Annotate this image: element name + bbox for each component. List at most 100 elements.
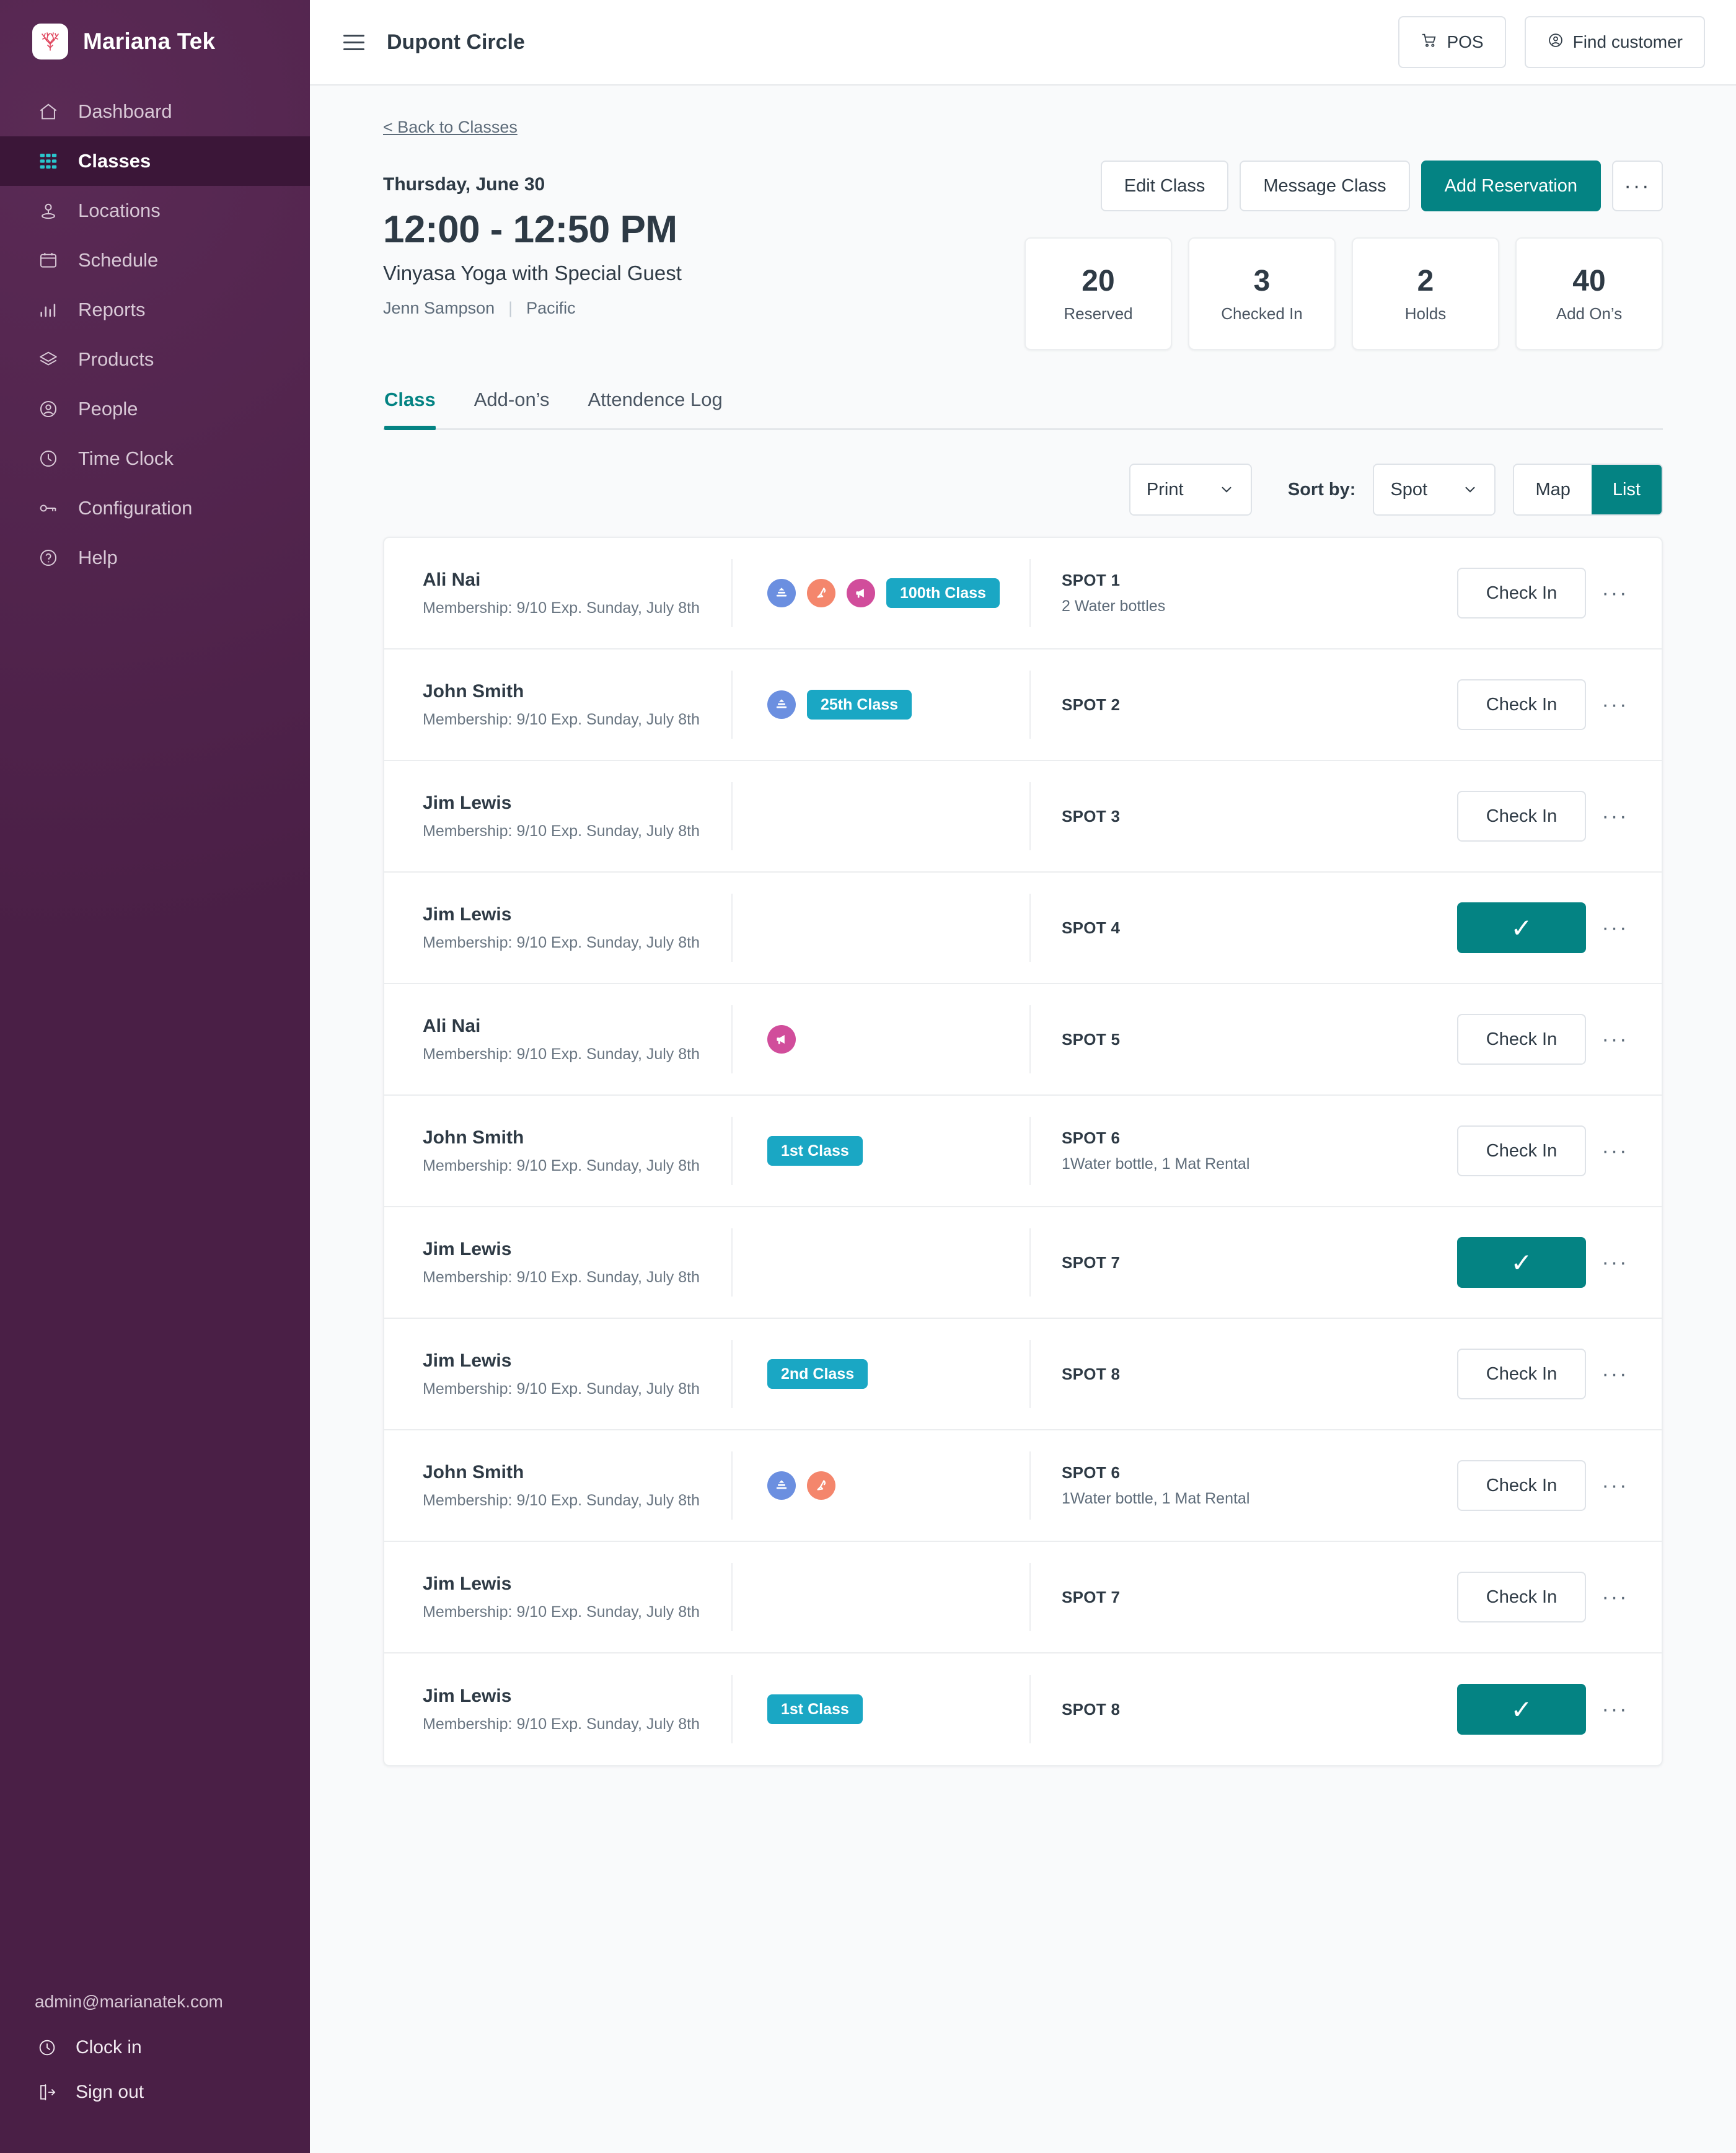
membership-info: Membership: 9/10 Exp. Sunday, July 8th — [423, 1715, 700, 1733]
table-row: John Smith Membership: 9/10 Exp. Sunday, … — [384, 649, 1662, 761]
row-more-icon[interactable]: ··· — [1601, 1251, 1629, 1275]
key-icon — [35, 495, 62, 522]
check-in-button[interactable]: Check In — [1457, 791, 1586, 842]
table-row: Ali Nai Membership: 9/10 Exp. Sunday, Jul… — [384, 984, 1662, 1096]
back-to-classes-link[interactable]: < Back to Classes — [383, 118, 518, 137]
check-in-button[interactable]: Check In — [1457, 1572, 1586, 1622]
topbar: Dupont Circle POS Find customer — [310, 0, 1736, 86]
roster-actions: ✓ ··· — [1401, 902, 1662, 953]
person-name[interactable]: John Smith — [423, 681, 731, 702]
person-name[interactable]: Ali Nai — [423, 1016, 731, 1037]
menu-toggle-icon[interactable] — [343, 30, 368, 55]
sort-by-dropdown[interactable]: Spot — [1373, 464, 1496, 516]
person-name[interactable]: Jim Lewis — [423, 1686, 731, 1707]
row-more-icon[interactable]: ··· — [1601, 916, 1629, 940]
person-name[interactable]: Jim Lewis — [423, 1350, 731, 1371]
stat-label: Add On’s — [1556, 304, 1623, 323]
roster-actions: Check In ··· — [1401, 1014, 1662, 1065]
add-reservation-button[interactable]: Add Reservation — [1421, 161, 1601, 211]
row-more-icon[interactable]: ··· — [1601, 804, 1629, 829]
checked-in-button[interactable]: ✓ — [1457, 902, 1586, 953]
check-in-button[interactable]: Check In — [1457, 1460, 1586, 1511]
check-in-button[interactable]: Check In — [1457, 1349, 1586, 1399]
sidebar-item-products[interactable]: Products — [0, 335, 310, 384]
roster-person: Jim Lewis Membership: 9/10 Exp. Sunday, J… — [384, 793, 731, 840]
person-name[interactable]: Ali Nai — [423, 570, 731, 591]
sidebar-item-people[interactable]: People — [0, 384, 310, 434]
sidebar-item-configuration[interactable]: Configuration — [0, 483, 310, 533]
check-in-button[interactable]: Check In — [1457, 679, 1586, 730]
stat-value: 3 — [1253, 265, 1271, 297]
person-name[interactable]: John Smith — [423, 1127, 731, 1148]
roster-badges — [731, 1005, 1029, 1073]
layers-icon — [35, 346, 62, 373]
sidebar-item-reports[interactable]: Reports — [0, 285, 310, 335]
sidebar-item-help[interactable]: Help — [0, 533, 310, 583]
row-more-icon[interactable]: ··· — [1601, 1139, 1629, 1163]
pos-button[interactable]: POS — [1398, 16, 1506, 68]
spot-addons: 2 Water bottles — [1062, 597, 1166, 615]
print-dropdown[interactable]: Print — [1129, 464, 1252, 516]
row-more-icon[interactable]: ··· — [1601, 1585, 1629, 1609]
membership-info: Membership: 9/10 Exp. Sunday, July 8th — [423, 1380, 700, 1398]
membership-info: Membership: 9/10 Exp. Sunday, July 8th — [423, 1268, 700, 1286]
spot-label: SPOT 7 — [1062, 1587, 1121, 1606]
find-customer-button[interactable]: Find customer — [1524, 16, 1705, 68]
person-name[interactable]: Jim Lewis — [423, 793, 731, 814]
view-toggle-list[interactable]: List — [1591, 465, 1662, 514]
row-more-icon[interactable]: ··· — [1601, 693, 1629, 717]
tab-add-ons[interactable]: Add-on’s — [474, 389, 550, 428]
person-name[interactable]: Jim Lewis — [423, 1239, 731, 1260]
row-more-icon[interactable]: ··· — [1601, 1362, 1629, 1386]
sidebar-item-locations[interactable]: Locations — [0, 186, 310, 236]
check-in-button[interactable]: Check In — [1457, 1125, 1586, 1176]
check-in-button[interactable]: Check In — [1457, 568, 1586, 619]
roster-spot: SPOT 6 1Water bottle, 1 Mat Rental — [1029, 1451, 1401, 1520]
stat-value: 2 — [1417, 265, 1434, 297]
sidebar-item-label: Schedule — [78, 249, 159, 271]
sidebar-footer: admin@marianatek.com Clock in Sign out — [0, 1992, 310, 2153]
tab-attendence-log[interactable]: Attendence Log — [588, 389, 723, 428]
person-name[interactable]: Jim Lewis — [423, 904, 731, 925]
clock-in-button[interactable]: Clock in — [35, 2035, 310, 2060]
row-more-icon[interactable]: ··· — [1601, 1474, 1629, 1498]
roster-actions: Check In ··· — [1401, 1125, 1662, 1176]
membership-info: Membership: 9/10 Exp. Sunday, July 8th — [423, 933, 700, 951]
checked-in-button[interactable]: ✓ — [1457, 1684, 1586, 1735]
pen-icon — [807, 1471, 835, 1500]
sidebar-item-time-clock[interactable]: Time Clock — [0, 434, 310, 483]
sign-out-button[interactable]: Sign out — [35, 2080, 310, 2105]
message-class-button[interactable]: Message Class — [1240, 161, 1410, 211]
spot-label: SPOT 4 — [1062, 918, 1121, 937]
roster-person: John Smith Membership: 9/10 Exp. Sunday, … — [384, 1127, 731, 1175]
checked-in-button[interactable]: ✓ — [1457, 1237, 1586, 1288]
chevron-down-icon — [1218, 482, 1235, 498]
table-row: Jim Lewis Membership: 9/10 Exp. Sunday, J… — [384, 761, 1662, 873]
table-row: John Smith Membership: 9/10 Exp. Sunday, … — [384, 1096, 1662, 1207]
sidebar-item-schedule[interactable]: Schedule — [0, 236, 310, 285]
view-toggle-map[interactable]: Map — [1514, 465, 1591, 514]
check-in-button[interactable]: Check In — [1457, 1014, 1586, 1065]
row-more-icon[interactable]: ··· — [1601, 1028, 1629, 1052]
sign-out-label: Sign out — [76, 2082, 144, 2102]
spot-addons: 1Water bottle, 1 Mat Rental — [1062, 1155, 1250, 1173]
tab-class[interactable]: Class — [384, 389, 436, 430]
roster-person: Ali Nai Membership: 9/10 Exp. Sunday, Jul… — [384, 1016, 731, 1063]
table-row: John Smith Membership: 9/10 Exp. Sunday, … — [384, 1430, 1662, 1542]
brand[interactable]: Mariana Tek — [0, 0, 310, 81]
row-more-icon[interactable]: ··· — [1601, 1697, 1629, 1722]
roster-person: Ali Nai Membership: 9/10 Exp. Sunday, Jul… — [384, 570, 731, 617]
edit-class-button[interactable]: Edit Class — [1100, 161, 1229, 211]
spot-label: SPOT 6 — [1062, 1463, 1121, 1482]
sidebar-item-label: Locations — [78, 200, 161, 221]
row-more-icon[interactable]: ··· — [1601, 581, 1629, 605]
sidebar-item-dashboard[interactable]: Dashboard — [0, 87, 310, 136]
roster-person: John Smith Membership: 9/10 Exp. Sunday, … — [384, 1462, 731, 1510]
person-name[interactable]: Jim Lewis — [423, 1574, 731, 1595]
sidebar-item-label: Help — [78, 547, 118, 568]
sidebar-item-classes[interactable]: Classes — [0, 136, 310, 186]
roster-spot: SPOT 8 — [1029, 1340, 1401, 1408]
more-actions-button[interactable]: ··· — [1612, 161, 1663, 211]
person-name[interactable]: John Smith — [423, 1462, 731, 1483]
main-area: Dupont Circle POS Find customer < Back t… — [310, 0, 1736, 2153]
